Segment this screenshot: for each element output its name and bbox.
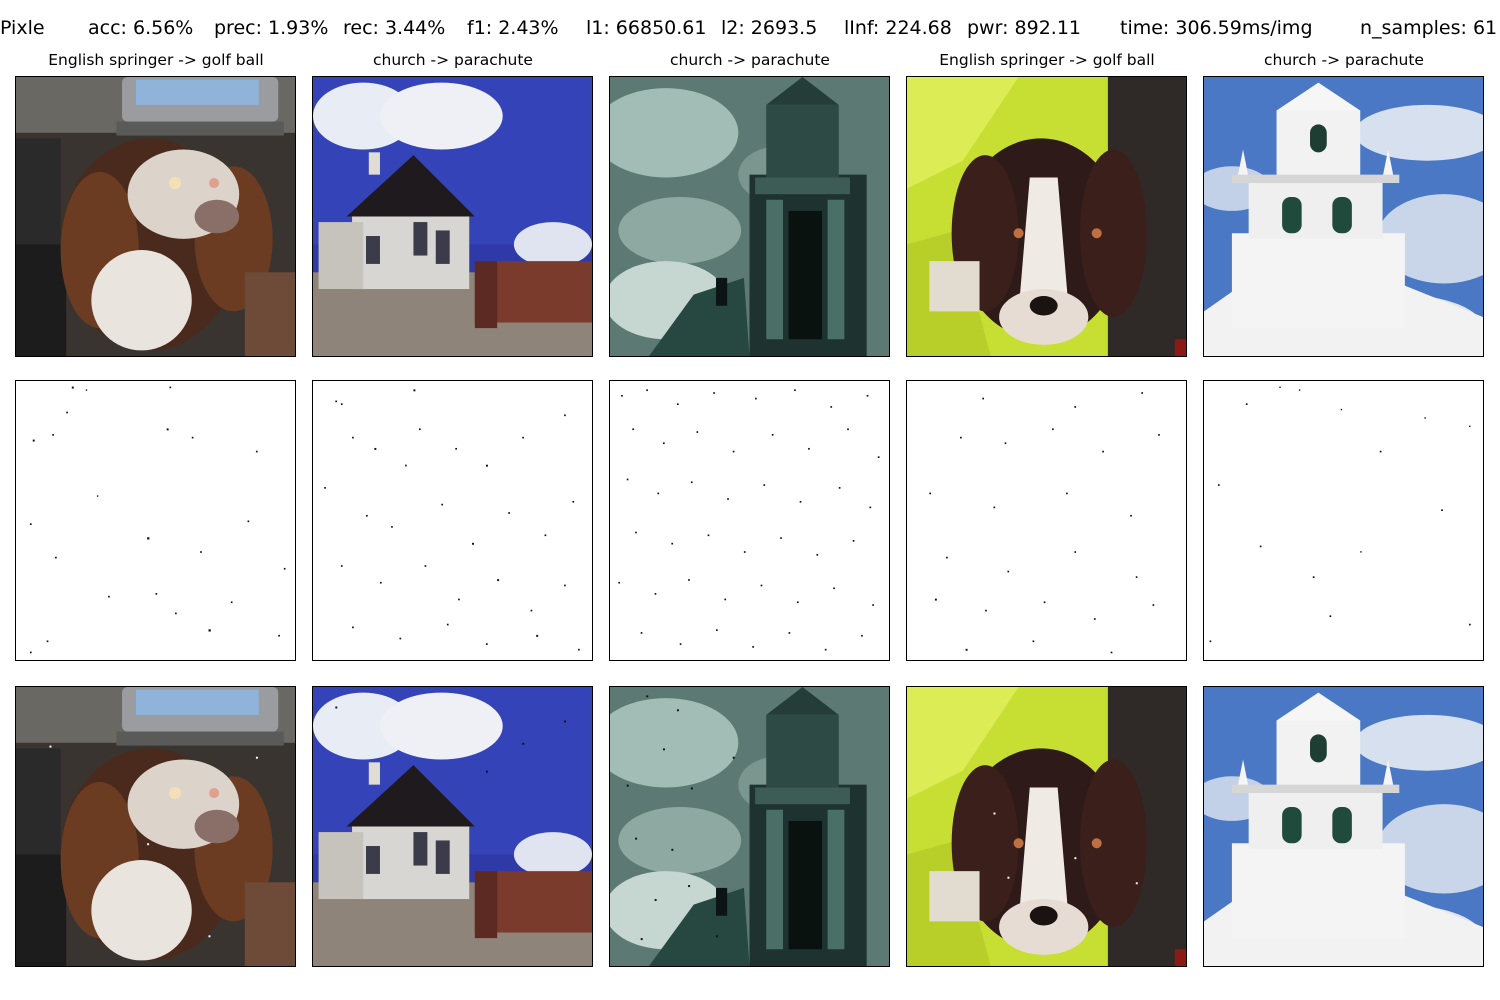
perturbation-dots xyxy=(324,389,580,651)
adversarial-image xyxy=(1203,686,1484,967)
accuracy-stat: acc: 6.56% xyxy=(88,17,194,39)
white-steeple-image xyxy=(1204,77,1483,356)
method-name: Pixle xyxy=(0,17,45,39)
original-image xyxy=(906,76,1187,357)
column-title: English springer -> golf ball xyxy=(48,51,264,69)
adversarial-image xyxy=(609,686,890,967)
column-title: church -> parachute xyxy=(670,51,830,69)
precision-stat: prec: 1.93% xyxy=(214,17,329,39)
church-tower-image xyxy=(610,687,889,966)
original-image xyxy=(15,76,296,357)
springer-dog-room-image xyxy=(16,687,295,966)
l2-stat: l2: 2693.5 xyxy=(721,17,818,39)
springer-dog-yellow-coat-image xyxy=(907,77,1186,356)
perturbation-map xyxy=(15,380,296,661)
perturbation-dots xyxy=(618,389,880,651)
perturbation-dots xyxy=(29,386,286,654)
perturbation-dots xyxy=(1209,386,1471,643)
recall-stat: rec: 3.44% xyxy=(343,17,446,39)
n-samples-stat: n_samples: 61 xyxy=(1360,17,1498,39)
f1-stat: f1: 2.43% xyxy=(467,17,559,39)
white-church-image xyxy=(313,687,592,966)
time-stat: time: 306.59ms/img xyxy=(1120,17,1313,39)
perturbation-map xyxy=(1203,380,1484,661)
column-title: English springer -> golf ball xyxy=(939,51,1155,69)
perturbation-map xyxy=(609,380,890,661)
springer-dog-yellow-coat-image xyxy=(907,687,1186,966)
original-image xyxy=(609,76,890,357)
original-image xyxy=(312,76,593,357)
power-stat: pwr: 892.11 xyxy=(967,17,1081,39)
perturbation-map xyxy=(312,380,593,661)
adversarial-image xyxy=(906,686,1187,967)
white-steeple-image xyxy=(1204,687,1483,966)
church-tower-image xyxy=(610,77,889,356)
linf-stat: lInf: 224.68 xyxy=(844,17,952,39)
perturbation-dots xyxy=(929,392,1160,654)
original-image xyxy=(1203,76,1484,357)
l1-stat: l1: 66850.61 xyxy=(586,17,707,39)
adversarial-image xyxy=(15,686,296,967)
column-title: church -> parachute xyxy=(1264,51,1424,69)
springer-dog-room-image xyxy=(16,77,295,356)
white-church-image xyxy=(313,77,592,356)
column-title: church -> parachute xyxy=(373,51,533,69)
perturbation-map xyxy=(906,380,1187,661)
adversarial-image xyxy=(312,686,593,967)
